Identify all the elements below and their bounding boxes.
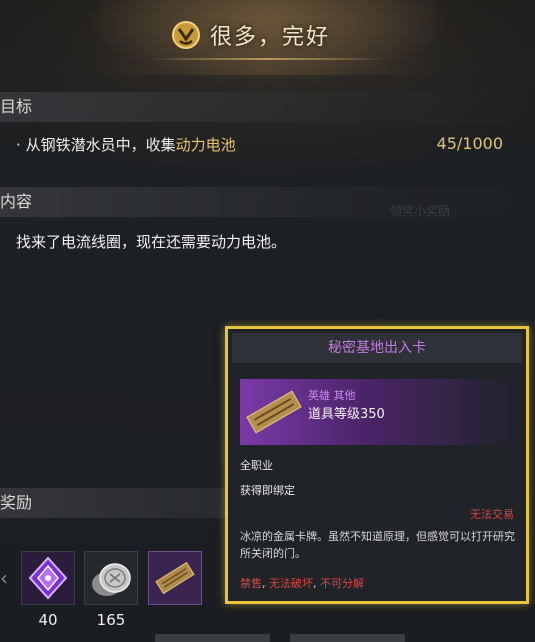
tooltip-class-restriction: 全职业 xyxy=(240,459,273,472)
purple-gem-icon xyxy=(22,552,74,604)
restriction-no-dismantle: 不可分解 xyxy=(320,577,364,590)
quest-emblem-icon xyxy=(172,21,200,49)
quest-title: 很多，完好 xyxy=(210,25,331,50)
restriction-no-sell: 禁售 xyxy=(240,577,262,590)
section-goal-header: 目标 xyxy=(0,92,535,122)
tooltip-item-name: 秘密基地出入卡 xyxy=(232,333,522,363)
tooltip-description: 冰凉的金属卡牌。虽然不知道原理，但感觉可以打开研究所关闭的门。 xyxy=(240,530,515,560)
restriction-no-destroy: 无法破坏 xyxy=(269,577,313,590)
objective-text: 从钢铁潜水员中，收集 xyxy=(25,136,176,154)
reward-count-coin: 165 xyxy=(96,611,126,629)
access-card-icon xyxy=(246,390,302,434)
silver-coin-icon xyxy=(92,563,131,596)
objective-target: 动力电池 xyxy=(175,136,236,154)
objective-bullet: · xyxy=(16,136,21,154)
tooltip-bind-rule: 获得即绑定 xyxy=(240,484,295,497)
tooltip-item-grade: 英雄 其他 xyxy=(308,389,356,402)
reward-slot-card[interactable] xyxy=(148,551,202,605)
bottom-button-right[interactable] xyxy=(290,634,405,642)
bottom-button-left[interactable] xyxy=(155,634,270,642)
card-item-icon xyxy=(149,552,201,604)
tooltip-no-trade: 无法交易 xyxy=(470,508,514,521)
tooltip-item-level: 道具等级350 xyxy=(308,407,385,422)
tooltip-restrictions: 禁售, 无法破坏, 不可分解 xyxy=(240,577,364,590)
reward-slot-gem[interactable] xyxy=(21,551,75,605)
reward-slot-coin[interactable] xyxy=(84,551,138,605)
header-divider xyxy=(150,58,385,60)
content-description: 找来了电流线圈，现在还需要动力电池。 xyxy=(16,233,287,251)
section-content-header: 内容 xyxy=(0,187,535,217)
reward-count-gem: 40 xyxy=(38,611,58,629)
quest-title-bar: 很多，完好 xyxy=(170,18,330,52)
item-tooltip: 秘密基地出入卡 英雄 其他 道具等级350 全职业 获得即绑定 无法交易 冰凉的… xyxy=(225,326,529,604)
faded-background-text: 领奖小奖励 xyxy=(390,204,451,218)
scroll-left-arrow[interactable]: ‹ xyxy=(0,566,8,590)
objective-progress: 45/1000 xyxy=(436,134,503,153)
